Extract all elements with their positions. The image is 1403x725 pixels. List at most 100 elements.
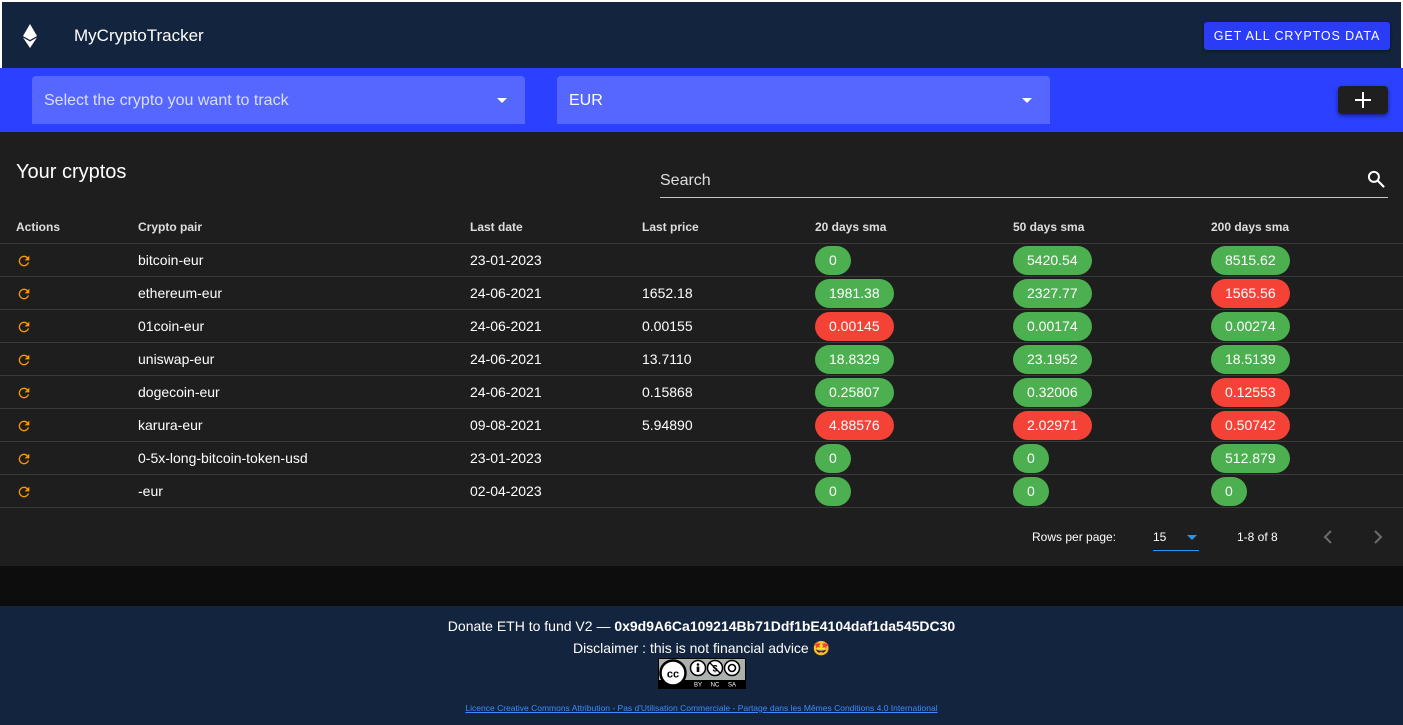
- last-date-cell: 24-06-2021: [470, 375, 642, 409]
- sma20-cell: 0: [815, 474, 1013, 508]
- actions-cell: [0, 276, 138, 310]
- table-row: 01coin-eur 24-06-2021 0.00155 0.00145 0.0017…: [0, 309, 1403, 343]
- table-header-row: Actions Crypto pair Last date Last price…: [0, 210, 1403, 244]
- rows-per-page-value: 15: [1153, 530, 1167, 544]
- refresh-icon[interactable]: [16, 317, 32, 333]
- add-crypto-button[interactable]: [1338, 86, 1388, 114]
- rows-per-page-select[interactable]: 15: [1153, 523, 1199, 551]
- last-price-cell: 5.94890: [642, 408, 815, 442]
- header-last-date[interactable]: Last date: [470, 210, 642, 244]
- cc-license-badge[interactable]: cc $ BY NC SA: [658, 658, 746, 689]
- table-row: karura-eur 09-08-2021 5.94890 4.88576 2.0297…: [0, 408, 1403, 442]
- sma20-badge: 1981.38: [815, 278, 894, 308]
- disclaimer: Disclaimer : this is not financial advic…: [572, 640, 831, 656]
- app-title: MyCryptoTracker: [74, 26, 204, 45]
- header-crypto-pair[interactable]: Crypto pair: [138, 210, 470, 244]
- sma200-badge: 0.12553: [1211, 377, 1290, 407]
- chevron-down-icon: [1187, 535, 1197, 540]
- sma50-badge: 5420.54: [1013, 245, 1092, 275]
- sma20-badge: 0.00145: [815, 311, 894, 341]
- refresh-icon[interactable]: [16, 383, 32, 399]
- donate-line: Donate ETH to fund V2 — 0x9d9A6Ca109214B…: [0, 618, 1403, 634]
- refresh-icon[interactable]: [16, 482, 32, 498]
- sma20-badge: 18.8329: [815, 344, 894, 374]
- refresh-icon[interactable]: [16, 416, 32, 432]
- sma20-cell: 0: [815, 441, 1013, 475]
- sma200-cell: 512.879: [1211, 441, 1403, 475]
- header-200-days-sma[interactable]: 200 days sma: [1211, 210, 1403, 244]
- sma50-badge: 0: [1013, 476, 1049, 506]
- crypto-select[interactable]: Select the crypto you want to track: [32, 76, 525, 124]
- crypto-pair-cell: dogecoin-eur: [138, 375, 470, 409]
- actions-cell: [0, 342, 138, 376]
- cryptos-panel: Your cryptos Actions Crypto pair Last da…: [0, 132, 1403, 566]
- sma50-cell: 0.00174: [1013, 309, 1211, 343]
- sma20-badge: 0: [815, 443, 851, 473]
- last-price-cell: [642, 243, 815, 277]
- crypto-pair-cell: 01coin-eur: [138, 309, 470, 343]
- table-row: uniswap-eur 24-06-2021 13.7110 18.8329 23.19…: [0, 342, 1403, 376]
- actions-cell: [0, 441, 138, 475]
- table-row: bitcoin-eur 23-01-2023 0 5420.54 8515.62: [0, 243, 1403, 277]
- crypto-select-placeholder: Select the crypto you want to track: [44, 92, 289, 109]
- footer: Donate ETH to fund V2 — 0x9d9A6Ca109214B…: [0, 606, 1403, 725]
- header-20-days-sma[interactable]: 20 days sma: [815, 210, 1013, 244]
- last-price-cell: [642, 474, 815, 508]
- crypto-pair-cell: 0-5x-long-bitcoin-token-usd: [138, 441, 470, 475]
- rows-per-page-label: Rows per page:: [1032, 530, 1117, 544]
- last-date-cell: 24-06-2021: [470, 342, 642, 376]
- sma200-badge: 8515.62: [1211, 245, 1290, 275]
- crypto-pair-cell: -eur: [138, 474, 470, 508]
- sma50-badge: 2327.77: [1013, 278, 1092, 308]
- sma50-badge: 0.00174: [1013, 311, 1092, 341]
- header-50-days-sma[interactable]: 50 days sma: [1013, 210, 1211, 244]
- table-row: -eur 02-04-2023 0 0 0: [0, 474, 1403, 508]
- sma200-badge: 0.50742: [1211, 410, 1290, 440]
- get-all-cryptos-button[interactable]: GET ALL CRYPTOS DATA: [1204, 22, 1390, 50]
- currency-select[interactable]: EUR: [557, 76, 1050, 124]
- sma200-badge: 0: [1211, 476, 1247, 506]
- last-price-cell: [642, 441, 815, 475]
- refresh-icon[interactable]: [16, 251, 32, 267]
- sma20-cell: 1981.38: [815, 276, 1013, 310]
- pagination: Rows per page: 15 1-8 of 8: [0, 508, 1403, 566]
- search-field: [660, 168, 1388, 198]
- search-input[interactable]: [660, 170, 1350, 192]
- last-date-cell: 23-01-2023: [470, 243, 642, 277]
- chevron-down-icon: [497, 98, 507, 103]
- last-price-cell: 13.7110: [642, 342, 815, 376]
- ethereum-icon: [23, 24, 37, 48]
- sma200-cell: 0.50742: [1211, 408, 1403, 442]
- last-date-cell: 24-06-2021: [470, 309, 642, 343]
- chevron-right-icon[interactable]: [1368, 527, 1388, 547]
- cc-sa-label: SA: [728, 683, 736, 689]
- crypto-pair-cell: karura-eur: [138, 408, 470, 442]
- table-row: dogecoin-eur 24-06-2021 0.15868 0.25807 0.32…: [0, 375, 1403, 409]
- chevron-down-icon: [1022, 98, 1032, 103]
- refresh-icon[interactable]: [16, 350, 32, 366]
- search-icon[interactable]: [1366, 169, 1386, 189]
- actions-cell: [0, 309, 138, 343]
- sma20-cell: 0.00145: [815, 309, 1013, 343]
- sma200-cell: 18.5139: [1211, 342, 1403, 376]
- sma20-cell: 0.25807: [815, 375, 1013, 409]
- cryptos-table: Actions Crypto pair Last date Last price…: [0, 210, 1403, 508]
- sma50-badge: 23.1952: [1013, 344, 1092, 374]
- sma50-cell: 0: [1013, 474, 1211, 508]
- sma50-cell: 23.1952: [1013, 342, 1211, 376]
- app-bar: MyCryptoTracker GET ALL CRYPTOS DATA: [0, 0, 1403, 68]
- refresh-icon[interactable]: [16, 449, 32, 465]
- chevron-left-icon[interactable]: [1318, 527, 1338, 547]
- sma50-badge: 0: [1013, 443, 1049, 473]
- sma200-cell: 8515.62: [1211, 243, 1403, 277]
- sma50-badge: 0.32006: [1013, 377, 1092, 407]
- actions-cell: [0, 408, 138, 442]
- header-actions[interactable]: Actions: [0, 210, 138, 244]
- header-last-price[interactable]: Last price: [642, 210, 815, 244]
- licence-link[interactable]: Licence Creative Commons Attribution - P…: [0, 703, 1403, 713]
- refresh-icon[interactable]: [16, 284, 32, 300]
- sma200-badge: 1565.56: [1211, 278, 1290, 308]
- last-date-cell: 02-04-2023: [470, 474, 642, 508]
- currency-select-value: EUR: [569, 92, 603, 109]
- donate-text: Donate ETH to fund V2 —: [447, 618, 611, 634]
